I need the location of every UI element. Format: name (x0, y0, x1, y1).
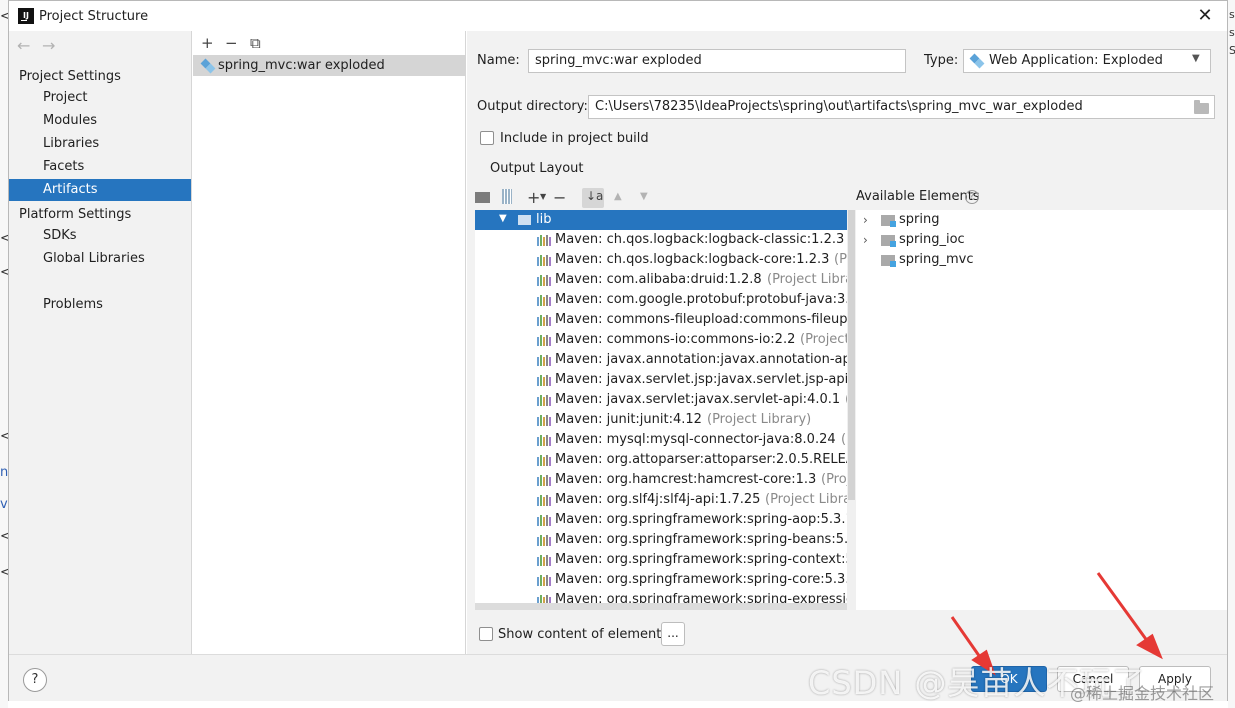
arrow-head-icon (1136, 633, 1163, 660)
watermark-small: @稀土掘金技术社区 (1070, 684, 1215, 703)
arrow-to-ok (950, 616, 984, 661)
arrow-to-apply (1096, 572, 1150, 643)
annotation-arrows (950, 572, 1163, 676)
